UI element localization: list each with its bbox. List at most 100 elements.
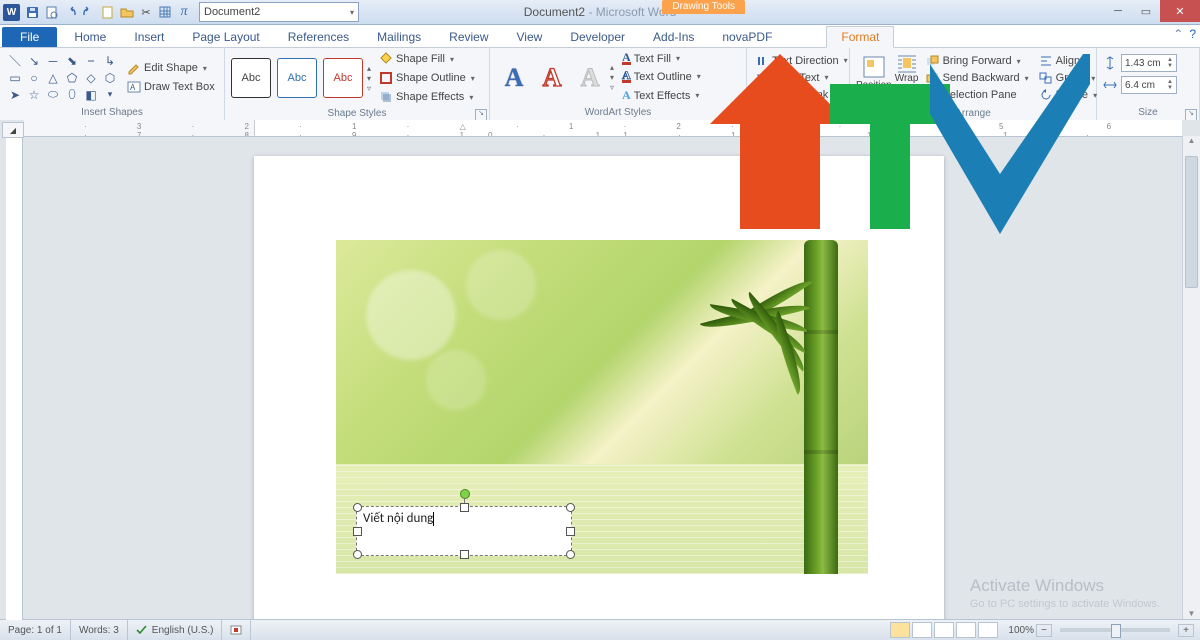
create-link-button[interactable]: Create Link: [751, 87, 852, 103]
ribbon: ＼↘─⬊⎯↳ ▭○△⬠◇⬡ ➤☆⬭⬯◧▾ Edit Shape▾ ADraw T…: [0, 48, 1200, 123]
group-insert-shapes: ＼↘─⬊⎯↳ ▭○△⬠◇⬡ ➤☆⬭⬯◧▾ Edit Shape▾ ADraw T…: [0, 48, 225, 122]
window-controls: ─ ▭ ✕: [1104, 0, 1200, 22]
zoom-level[interactable]: 100%: [1008, 625, 1034, 636]
table-icon[interactable]: [156, 3, 174, 21]
ruler-corner[interactable]: ◢: [2, 122, 24, 138]
tab-format[interactable]: Format: [826, 26, 894, 48]
resize-handle-w[interactable]: [353, 527, 362, 536]
tab-home[interactable]: Home: [60, 27, 120, 47]
group-shape-styles: Abc Abc Abc ▴▾▿ Shape Fill▾ Shape Outlin…: [225, 48, 490, 122]
document-selector[interactable]: Document2▾: [199, 2, 359, 22]
scrollbar-thumb[interactable]: [1185, 156, 1198, 288]
tab-novapdf[interactable]: novaPDF: [708, 27, 786, 47]
draw-text-box-button[interactable]: ADraw Text Box: [123, 78, 219, 96]
tab-developer[interactable]: Developer: [556, 27, 639, 47]
undo-icon[interactable]: [61, 3, 79, 21]
print-preview-icon[interactable]: [42, 3, 60, 21]
group-arrange: Position▾ Wrap Text▾ Bring Forward▾ Send…: [850, 48, 1097, 122]
wordart-preset-2[interactable]: A: [534, 60, 570, 96]
redo-icon[interactable]: [80, 3, 98, 21]
close-button[interactable]: ✕: [1160, 0, 1200, 22]
resize-handle-ne[interactable]: [566, 503, 575, 512]
rotate-handle[interactable]: [460, 489, 470, 499]
resize-handle-sw[interactable]: [353, 550, 362, 559]
equation-icon[interactable]: π: [175, 3, 193, 21]
maximize-button[interactable]: ▭: [1132, 0, 1160, 22]
send-backward-button[interactable]: Send Backward▾: [922, 70, 1033, 86]
tab-mailings[interactable]: Mailings: [363, 27, 435, 47]
vertical-scrollbar[interactable]: ▲ ▼: [1182, 136, 1200, 620]
new-doc-icon[interactable]: [99, 3, 117, 21]
status-bar: Page: 1 of 1 Words: 3 English (U.S.) 100…: [0, 619, 1200, 640]
position-button[interactable]: Position▾: [856, 50, 892, 106]
zoom-slider[interactable]: [1060, 628, 1170, 632]
status-page[interactable]: Page: 1 of 1: [0, 620, 71, 640]
vertical-ruler[interactable]: [6, 138, 23, 620]
tab-view[interactable]: View: [503, 27, 557, 47]
ribbon-minimize-icon[interactable]: ⌃: [1173, 27, 1183, 41]
align-text-button[interactable]: Align Text▾: [751, 70, 852, 86]
view-print-layout[interactable]: [890, 622, 910, 638]
text-box[interactable]: Viết nội dung: [356, 506, 572, 556]
ribbon-tabs: File Home Insert Page Layout References …: [0, 25, 1200, 48]
minimize-button[interactable]: ─: [1104, 0, 1132, 22]
shape-height-input[interactable]: 1.43 cm▲▼: [1121, 54, 1177, 72]
text-fill-button[interactable]: AText Fill▾: [618, 50, 705, 67]
quick-access-toolbar: ✂ π: [23, 3, 193, 21]
status-macro[interactable]: [222, 620, 251, 640]
group-text: Text Direction▾ Align Text▾ Create Link …: [747, 48, 850, 122]
rotate-button[interactable]: Rotate▾: [1035, 87, 1101, 103]
bring-forward-button[interactable]: Bring Forward▾: [922, 53, 1033, 69]
resize-handle-se[interactable]: [566, 550, 575, 559]
tab-page-layout[interactable]: Page Layout: [178, 27, 273, 47]
selection-pane-button[interactable]: Selection Pane: [922, 87, 1033, 103]
tab-addins[interactable]: Add-Ins: [639, 27, 708, 47]
group-wordart-styles: A A A ▴▾▿ AText Fill▾ AText Outline▾ ATe…: [490, 48, 747, 122]
wordart-preset-3[interactable]: A: [572, 60, 608, 96]
status-language[interactable]: English (U.S.): [128, 620, 223, 640]
resize-handle-nw[interactable]: [353, 503, 362, 512]
wrap-text-button[interactable]: Wrap Text▾: [894, 50, 920, 106]
shape-fill-button[interactable]: Shape Fill▾: [375, 50, 479, 68]
view-draft[interactable]: [978, 622, 998, 638]
zoom-in-button[interactable]: +: [1178, 624, 1194, 637]
wordart-preset-1[interactable]: A: [496, 60, 532, 96]
text-outline-button[interactable]: AText Outline▾: [618, 68, 705, 85]
resize-handle-s[interactable]: [460, 550, 469, 559]
zoom-out-button[interactable]: −: [1036, 624, 1052, 637]
tab-review[interactable]: Review: [435, 27, 502, 47]
view-outline[interactable]: [956, 622, 976, 638]
group-button[interactable]: Group▾: [1035, 70, 1101, 86]
resize-handle-e[interactable]: [566, 527, 575, 536]
view-full-screen[interactable]: [912, 622, 932, 638]
shape-width-input[interactable]: 6.4 cm▲▼: [1121, 76, 1177, 94]
resize-handle-n[interactable]: [460, 503, 469, 512]
shape-outline-button[interactable]: Shape Outline▾: [375, 69, 479, 87]
shapes-gallery[interactable]: ＼↘─⬊⎯↳ ▭○△⬠◇⬡ ➤☆⬭⬯◧▾: [6, 53, 119, 103]
spellcheck-icon: [136, 625, 148, 635]
text-effects-button[interactable]: AText Effects▾: [618, 86, 705, 105]
shape-effects-button[interactable]: Shape Effects▾: [375, 88, 479, 106]
tab-references[interactable]: References: [274, 27, 363, 47]
help-icon[interactable]: ?: [1189, 27, 1196, 41]
word-icon: W: [3, 4, 20, 21]
shape-style-preset-2[interactable]: Abc: [277, 58, 317, 98]
title-bar: W ✂ π Document2▾ Document2 - Microsoft W…: [0, 0, 1200, 25]
text-direction-button[interactable]: Text Direction▾: [751, 53, 852, 69]
shape-style-preset-3[interactable]: Abc: [323, 58, 363, 98]
open-icon[interactable]: [118, 3, 136, 21]
svg-text:A: A: [130, 83, 136, 92]
horizontal-ruler[interactable]: · 3 · 2 · 1 · △ · 1 · 2 · 3 · 4 · 5 · 6 …: [24, 120, 1182, 137]
shape-style-preset-1[interactable]: Abc: [231, 58, 271, 98]
align-button[interactable]: Align▾: [1035, 53, 1101, 69]
view-web-layout[interactable]: [934, 622, 954, 638]
cut-icon[interactable]: ✂: [137, 3, 155, 21]
height-icon: [1103, 56, 1117, 70]
file-tab[interactable]: File: [2, 27, 57, 47]
save-icon[interactable]: [23, 3, 41, 21]
status-words[interactable]: Words: 3: [71, 620, 128, 640]
tab-insert[interactable]: Insert: [120, 27, 178, 47]
edit-shape-button[interactable]: Edit Shape▾: [123, 59, 219, 77]
group-size: 1.43 cm▲▼ 6.4 cm▲▼ Size↘: [1097, 48, 1200, 122]
document-selector-value: Document2: [204, 6, 260, 18]
